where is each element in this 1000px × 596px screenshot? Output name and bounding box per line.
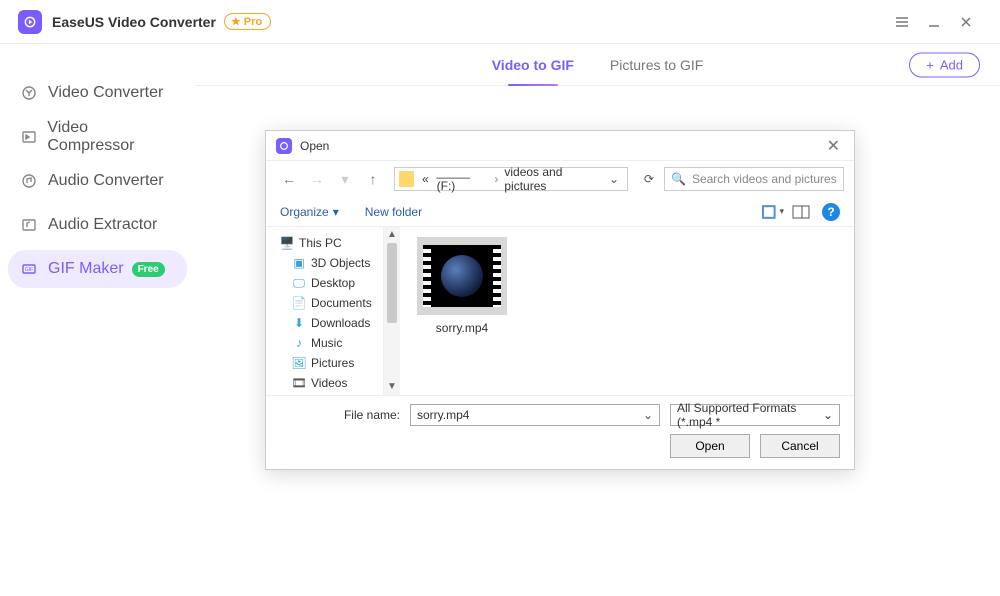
gif-maker-icon: GIF [20,260,38,278]
sidebar-item-video-converter[interactable]: Video Converter [8,74,187,112]
open-button[interactable]: Open [670,434,750,458]
tree-item-this-pc[interactable]: 🖥️ This PC [266,233,383,253]
sidebar-item-audio-converter[interactable]: Audio Converter [8,162,187,200]
path-folder[interactable]: videos and pictures [500,165,605,193]
sidebar-item-audio-extractor[interactable]: Audio Extractor [8,206,187,244]
search-input[interactable]: 🔍 Search videos and pictures [664,167,844,191]
add-button[interactable]: + Add [909,52,980,77]
tree-item-videos[interactable]: 🎞 Videos [266,373,383,393]
path-prefix: « [418,172,433,186]
new-folder-button[interactable]: New folder [365,205,422,219]
filmstrip-icon [423,245,501,307]
plus-icon: + [926,57,934,72]
tree-item-desktop[interactable]: 🖵 Desktop [266,273,383,293]
dialog-close-button[interactable]: ✕ [823,136,844,156]
dialog-title: Open [300,139,329,153]
pictures-icon: 🖼 [292,356,306,370]
organize-button[interactable]: Organize ▾ [280,205,339,219]
app-logo-icon [18,10,42,34]
dialog-titlebar: Open ✕ [266,131,854,161]
path-drive[interactable]: _____ (F:) [433,165,493,193]
tab-video-to-gif[interactable]: Video to GIF [474,44,592,85]
file-name-label: File name: [280,408,400,422]
nav-recent-button[interactable]: ▾ [332,171,358,188]
dialog-body: 🖥️ This PC ▣ 3D Objects 🖵 Desktop 📄 Docu… [266,227,854,395]
filename-history-dropdown[interactable]: ⌄ [643,408,653,422]
tree-item-music[interactable]: ♪ Music [266,333,383,353]
folder-icon [399,171,414,187]
search-placeholder: Search videos and pictures [692,172,837,186]
documents-icon: 📄 [292,296,306,310]
preview-pane-button[interactable] [790,202,812,222]
video-compressor-icon [20,128,37,146]
dialog-footer: File name: sorry.mp4 ⌄ All Supported For… [266,395,854,469]
file-item[interactable]: sorry.mp4 [414,237,510,335]
sidebar-item-label: Video Compressor [47,119,175,155]
tabs: Video to GIF Pictures to GIF + Add [195,44,1000,86]
nav-back-button[interactable]: ← [276,171,302,187]
tab-pictures-to-gif[interactable]: Pictures to GIF [592,44,721,85]
nav-up-button[interactable]: ↑ [360,171,386,187]
file-list[interactable]: sorry.mp4 [400,227,854,395]
videos-icon: 🎞 [292,376,306,390]
video-converter-icon [20,84,38,102]
sidebar-item-label: GIF Maker [48,260,124,278]
sidebar-item-video-compressor[interactable]: Video Compressor [8,118,187,156]
file-type-select[interactable]: All Supported Formats (*.mp4 * ⌄ [670,404,840,426]
file-open-dialog: Open ✕ ← → ▾ ↑ « _____ (F:) › videos and… [265,130,855,470]
refresh-button[interactable]: ⟳ [636,172,662,186]
close-button[interactable] [950,6,982,38]
sidebar-item-label: Audio Converter [48,172,164,190]
cube-icon: ▣ [292,256,306,270]
app-title: EaseUS Video Converter [52,14,216,30]
tree-item-documents[interactable]: 📄 Documents [266,293,383,313]
nav-forward-button[interactable]: → [304,171,330,187]
dialog-app-icon [276,138,292,154]
minimize-button[interactable] [918,6,950,38]
chevron-right-icon: › [492,172,500,186]
dialog-nav: ← → ▾ ↑ « _____ (F:) › videos and pictur… [266,161,854,197]
sidebar-item-label: Video Converter [48,84,163,102]
pc-icon: 🖥️ [280,236,294,250]
file-thumbnail [417,237,507,315]
music-icon: ♪ [292,336,306,350]
desktop-icon: 🖵 [292,276,306,290]
chevron-down-icon: ⌄ [823,408,833,422]
scroll-thumb[interactable] [387,243,397,323]
file-name-label: sorry.mp4 [436,321,488,335]
sidebar-item-gif-maker[interactable]: GIF GIF Maker Free [8,250,187,288]
cancel-button[interactable]: Cancel [760,434,840,458]
audio-converter-icon [20,172,38,190]
audio-extractor-icon [20,216,38,234]
chevron-down-icon: ▾ [779,206,784,217]
menu-button[interactable] [886,6,918,38]
svg-text:GIF: GIF [25,267,33,273]
path-breadcrumb[interactable]: « _____ (F:) › videos and pictures ⌄ [394,167,628,191]
app-header: EaseUS Video Converter ★ Pro [0,0,1000,44]
file-name-input[interactable]: sorry.mp4 ⌄ [410,404,660,426]
tree-item-downloads[interactable]: ⬇ Downloads [266,313,383,333]
sidebar-item-label: Audio Extractor [48,216,157,234]
dialog-toolbar: Organize ▾ New folder ▾ ? [266,197,854,227]
pro-badge: ★ Pro [224,13,271,30]
tree-scrollbar[interactable]: ▲ ▼ [384,227,400,395]
tree-item-pictures[interactable]: 🖼 Pictures [266,353,383,373]
scroll-up-button[interactable]: ▲ [384,227,400,243]
search-icon: 🔍 [671,172,686,186]
star-icon: ★ [231,15,241,28]
view-mode-button[interactable]: ▾ [762,202,784,222]
sidebar: Video Converter Video Compressor Audio C… [0,44,195,596]
folder-tree: 🖥️ This PC ▣ 3D Objects 🖵 Desktop 📄 Docu… [266,227,384,395]
scroll-down-button[interactable]: ▼ [384,379,400,395]
downloads-icon: ⬇ [292,316,306,330]
file-name-value: sorry.mp4 [417,408,469,422]
help-button[interactable]: ? [822,203,840,221]
free-badge: Free [132,262,165,277]
path-history-dropdown[interactable]: ⌄ [605,172,623,186]
chevron-down-icon: ▾ [333,205,339,219]
tree-item-3d-objects[interactable]: ▣ 3D Objects [266,253,383,273]
